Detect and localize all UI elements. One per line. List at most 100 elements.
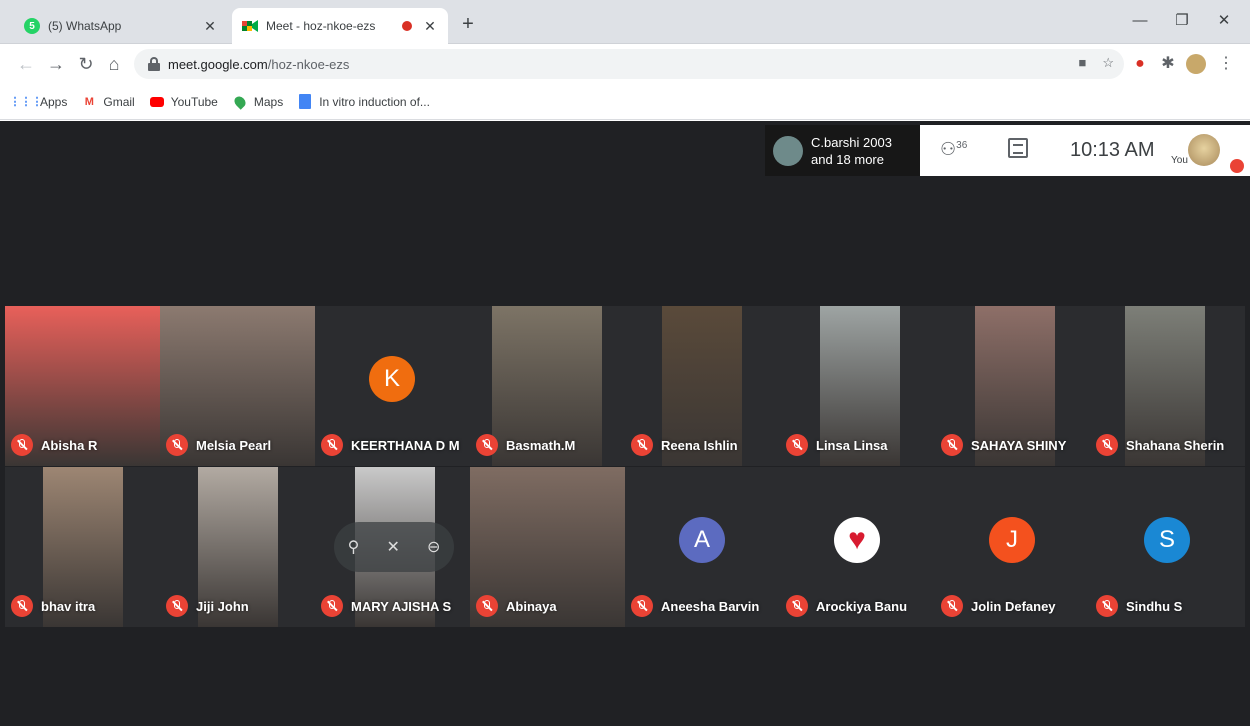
participant-tile[interactable]: ♥ Arockiya Banu (780, 467, 935, 627)
participant-label: Aneesha Barvin (631, 595, 759, 617)
participant-avatar: J (989, 517, 1035, 563)
tab-whatsapp[interactable]: 5 (5) WhatsApp ✕ (14, 8, 228, 44)
extensions-puzzle-icon[interactable]: ✱ (1156, 52, 1180, 76)
participant-label: Abinaya (476, 595, 557, 617)
participant-name: KEERTHANA D M (351, 437, 460, 453)
forward-icon[interactable]: → (44, 52, 68, 76)
mic-off-icon (321, 595, 343, 617)
participant-tile[interactable]: Abinaya (470, 467, 625, 627)
new-tab-button[interactable]: + (456, 13, 480, 37)
close-window-icon[interactable]: ✕ (1204, 8, 1244, 34)
meet-top-controls: ⚇36 10:13 AM You (920, 125, 1250, 176)
back-icon[interactable]: ← (14, 52, 38, 76)
browser-tab-strip: 5 (5) WhatsApp ✕ Meet - hoz-nkoe-ezs ✕ +… (0, 0, 1250, 44)
participant-tile[interactable]: S Sindhu S (1090, 467, 1245, 627)
participant-tile[interactable]: Melsia Pearl (160, 306, 315, 466)
pin-icon[interactable]: ⚲ (348, 537, 360, 557)
mic-off-icon (321, 434, 343, 456)
participant-name: Shahana Sherin (1126, 437, 1225, 453)
address-bar[interactable]: meet.google.com/hoz-nkoe-ezs ■ ☆ (134, 49, 1124, 79)
tab-meet[interactable]: Meet - hoz-nkoe-ezs ✕ (232, 8, 448, 44)
participant-tile[interactable]: Basmath.M (470, 306, 625, 466)
mic-off-icon (11, 595, 33, 617)
remove-icon[interactable]: ⊖ (427, 537, 440, 557)
bookmark-gmail[interactable]: M Gmail (81, 94, 135, 110)
participant-tile[interactable]: Abisha R (5, 306, 160, 466)
mic-off-icon (476, 434, 498, 456)
close-tab-icon[interactable]: ✕ (422, 18, 438, 35)
tab-title: Meet - hoz-nkoe-ezs (266, 19, 376, 33)
participant-label: Jiji John (166, 595, 249, 617)
participant-tile[interactable]: J Jolin Defaney (935, 467, 1090, 627)
bookmark-maps[interactable]: Maps (232, 93, 283, 110)
participant-label: SAHAYA SHINY (941, 434, 1066, 456)
participant-label: MARY AJISHA S (321, 595, 451, 617)
bookmark-apps[interactable]: ⋮⋮⋮ Apps (10, 94, 68, 110)
participant-name: MARY AJISHA S (351, 598, 452, 614)
minimize-icon[interactable]: — (1120, 8, 1160, 34)
url-path: /hoz-nkoe-ezs (267, 56, 350, 72)
browser-toolbar: ← → ↻ ⌂ meet.google.com/hoz-nkoe-ezs ■ ☆… (0, 44, 1250, 84)
participant-tile[interactable]: K KEERTHANA D M (315, 306, 470, 466)
chat-icon[interactable] (1008, 138, 1028, 158)
mic-off-icon (1096, 434, 1118, 456)
presenter-info[interactable]: C.barshi 2003 and 18 more (765, 125, 920, 176)
participant-tile[interactable]: SAHAYA SHINY (935, 306, 1090, 466)
participant-name: Basmath.M (506, 437, 576, 453)
bookmark-youtube[interactable]: YouTube (149, 94, 218, 110)
participant-name: Arockiya Banu (816, 598, 908, 614)
profile-avatar[interactable] (1184, 52, 1208, 76)
restore-icon[interactable]: ❐ (1162, 8, 1202, 34)
participant-avatar: A (679, 517, 725, 563)
close-tab-icon[interactable]: ✕ (202, 18, 218, 35)
people-icon: ⚇ (940, 139, 957, 159)
extension-icon[interactable]: ● (1128, 52, 1152, 76)
presenter-name: C.barshi 2003 (811, 134, 892, 150)
participant-tile[interactable]: Reena Ishlin (625, 306, 780, 466)
participant-tile[interactable]: A Aneesha Barvin (625, 467, 780, 627)
participant-avatar: S (1144, 517, 1190, 563)
participant-label: Jolin Defaney (941, 595, 1056, 617)
bookmark-star-icon[interactable]: ☆ (1102, 55, 1114, 71)
heart-icon: ♥ (848, 523, 866, 556)
participant-name: Reena Ishlin (661, 437, 738, 453)
mute-icon[interactable]: ✕ (386, 537, 399, 557)
participant-name: Sindhu S (1126, 598, 1183, 614)
participant-name: Jolin Defaney (971, 598, 1056, 614)
participant-avatar: K (369, 356, 415, 402)
participant-tile[interactable]: Shahana Sherin (1090, 306, 1245, 466)
self-avatar[interactable] (1188, 134, 1220, 166)
participant-tile[interactable]: Linsa Linsa (780, 306, 935, 466)
participant-tile[interactable]: Jiji John (160, 467, 315, 627)
participant-name: Jiji John (196, 598, 249, 614)
home-icon[interactable]: ⌂ (102, 52, 126, 76)
reload-icon[interactable]: ↻ (74, 52, 98, 76)
participant-label: Reena Ishlin (631, 434, 738, 456)
participant-tile[interactable]: bhav itra (5, 467, 160, 627)
people-count: 36 (956, 140, 968, 151)
participant-name: bhav itra (41, 598, 96, 614)
camera-in-use-icon[interactable]: ■ (1078, 55, 1086, 71)
presenter-more: and 18 more (811, 151, 884, 167)
lock-icon (148, 57, 160, 71)
participant-name: Melsia Pearl (196, 437, 272, 453)
recording-icon (402, 21, 412, 31)
self-mic-off-icon (1230, 159, 1244, 173)
participant-label: Linsa Linsa (786, 434, 888, 456)
mic-off-icon (786, 595, 808, 617)
participant-avatar: ♥ (834, 517, 880, 563)
participant-label: KEERTHANA D M (321, 434, 460, 456)
participant-name: Abinaya (506, 598, 557, 614)
participant-label: Shahana Sherin (1096, 434, 1224, 456)
participant-label: Abisha R (11, 434, 97, 456)
participant-label: Sindhu S (1096, 595, 1182, 617)
participant-label: Basmath.M (476, 434, 575, 456)
menu-kebab-icon[interactable]: ⋮ (1214, 52, 1238, 76)
participant-label: Arockiya Banu (786, 595, 907, 617)
people-button[interactable]: ⚇36 (940, 139, 967, 160)
mic-off-icon (166, 434, 188, 456)
meet-icon (242, 18, 258, 34)
self-label: You (1171, 155, 1188, 166)
bookmark-docs[interactable]: In vitro induction of... (297, 94, 430, 110)
participant-name: Aneesha Barvin (661, 598, 760, 614)
